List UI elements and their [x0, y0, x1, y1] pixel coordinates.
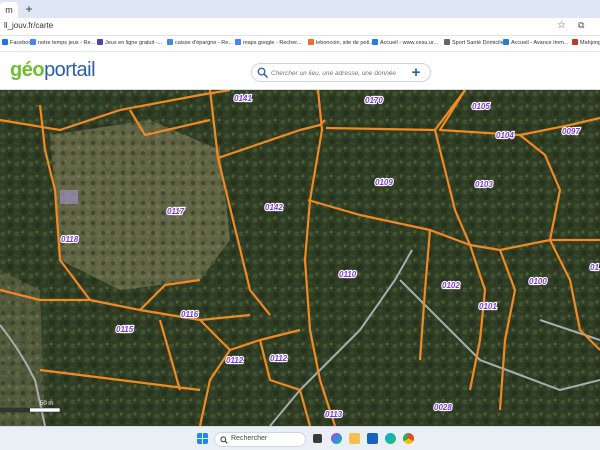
bookmark-favicon-icon [167, 39, 173, 45]
bookmark-item[interactable]: maps google - Recher... [235, 39, 301, 46]
parcel-label[interactable]: 0112 [225, 355, 245, 366]
map-view[interactable]: 50 m 0141 0170 0105 0104 0097 0109 0103 … [0, 90, 600, 426]
bookmark-item[interactable]: leboncoin, site de peti... [308, 39, 374, 46]
parcel-label[interactable]: 0109 [374, 177, 395, 188]
bookmark-favicon-icon [97, 39, 103, 45]
bookmark-star-icon[interactable]: ☆ [557, 20, 566, 31]
new-tab-button[interactable]: + [22, 2, 36, 16]
parcel-label[interactable]: 0097 [561, 126, 582, 137]
url-field[interactable]: ll_jouv.fr/carte [4, 21, 53, 30]
bookmark-label: notre temps jeux - Re... [38, 40, 96, 46]
explorer-icon[interactable] [349, 433, 360, 444]
browser-tab-strip: m + [0, 0, 600, 18]
parcel-label[interactable]: 0100 [528, 276, 549, 287]
bookmark-favicon-icon [372, 39, 378, 45]
parcel-label[interactable]: 0115 [115, 324, 135, 335]
bookmark-label: Jeux en ligne gratuit -... [105, 40, 163, 46]
taskbar: Rechercher [0, 426, 600, 450]
parcel-label[interactable]: 0104 [495, 130, 516, 141]
logo-geo: géo [10, 59, 45, 81]
parcel-label[interactable]: 0141 [233, 93, 254, 104]
search-box: + [251, 63, 431, 82]
search-icon[interactable] [257, 67, 268, 78]
parcel-label[interactable]: 0028 [433, 402, 454, 413]
chrome-icon[interactable] [403, 433, 414, 444]
bookmark-favicon-icon [308, 39, 314, 45]
browser-tab[interactable]: m [0, 2, 18, 18]
scale-label: 50 m [40, 401, 53, 407]
bookmark-favicon-icon [235, 39, 241, 45]
search-input[interactable] [271, 66, 409, 80]
parcel-label[interactable]: 0105 [471, 101, 492, 112]
clearing-area [50, 120, 230, 290]
scale-bar [0, 407, 61, 413]
bookmark-label: leboncoin, site de peti... [316, 40, 374, 46]
parcel-label[interactable]: 0110 [338, 269, 358, 280]
parcel-label[interactable]: 0103 [474, 179, 495, 190]
bookmark-label: Sport Santé Domicile [452, 40, 504, 46]
bookmark-item[interactable]: Accueil - www.cesu.ur... [372, 39, 438, 46]
search-icon [220, 436, 228, 444]
copilot-icon[interactable] [331, 433, 342, 444]
bookmark-favicon-icon [572, 39, 578, 45]
app-header: géoportail + [0, 52, 600, 90]
store-icon[interactable] [367, 433, 378, 444]
logo-portail: portail [44, 59, 96, 81]
bookmark-label: Mahjong [580, 40, 600, 46]
clearing-area [0, 270, 45, 426]
bookmark-favicon-icon [30, 39, 36, 45]
parcel-label[interactable]: 0101 [478, 301, 499, 312]
building [60, 190, 78, 204]
parcel-label[interactable]: 0118 [60, 234, 80, 245]
parcel-label[interactable]: 01 [589, 262, 600, 273]
edge-icon[interactable] [385, 433, 396, 444]
aerial-map[interactable]: 50 m 0141 0170 0105 0104 0097 0109 0103 … [0, 90, 600, 426]
bookmark-item[interactable]: Sport Santé Domicile [444, 39, 504, 46]
bookmark-label: Accueil - Avance Imm... [511, 40, 569, 46]
parcel-label[interactable]: 0170 [364, 95, 385, 106]
extensions-icon[interactable]: ⧉ [578, 20, 584, 31]
bookmark-item[interactable]: Accueil - Avance Imm... [503, 39, 568, 46]
task-view-icon[interactable] [313, 434, 322, 443]
bookmark-label: caisse d'épargne - Re... [175, 40, 233, 46]
taskbar-search-label: Rechercher [231, 435, 268, 442]
windows-icon[interactable] [197, 433, 208, 444]
tab-favicon: m [5, 5, 13, 15]
bookmark-favicon-icon [444, 39, 450, 45]
parcel-label[interactable]: 0142 [264, 202, 285, 213]
bookmark-item[interactable]: notre temps jeux - Re... [30, 39, 95, 46]
bookmarks-bar: Facebook notre temps jeux - Re... Jeux en … [0, 36, 600, 52]
taskbar-search[interactable]: Rechercher [214, 432, 306, 447]
geoportail-logo[interactable]: géoportail [10, 59, 96, 82]
parcel-label[interactable]: 0113 [324, 409, 344, 420]
bookmark-item[interactable]: caisse d'épargne - Re... [167, 39, 233, 46]
bookmark-label: Accueil - www.cesu.ur... [380, 40, 439, 46]
bookmark-favicon-icon [503, 39, 509, 45]
bookmark-item[interactable]: Mahjong [572, 39, 600, 46]
bookmark-item[interactable]: Jeux en ligne gratuit -... [97, 39, 162, 46]
bookmark-label: maps google - Recher... [243, 40, 302, 46]
bookmark-favicon-icon [2, 39, 8, 45]
add-button[interactable]: + [408, 65, 424, 81]
parcel-label[interactable]: 0117 [166, 206, 186, 217]
parcel-label[interactable]: 0116 [180, 309, 200, 320]
address-bar: ll_jouv.fr/carte ☆ ⧉ [0, 18, 600, 36]
parcel-label[interactable]: 0102 [441, 280, 462, 291]
parcel-label[interactable]: 0112 [269, 353, 289, 364]
